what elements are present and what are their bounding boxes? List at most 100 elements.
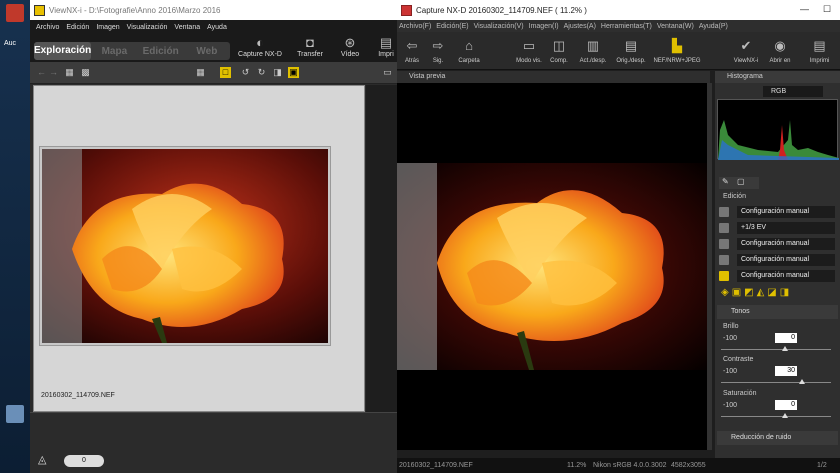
- gear-icon: [719, 207, 729, 217]
- tab-exploracion[interactable]: Exploración: [34, 42, 92, 60]
- saturacion-label: Saturación: [723, 390, 757, 397]
- single-view-icon[interactable]: □: [220, 67, 231, 78]
- status-filename: 20160302_114709.NEF: [399, 462, 473, 469]
- viewnx-title: ViewNX-i - D:\Fotografie\Anno 2016\Marzo…: [49, 5, 221, 15]
- tab-edicion[interactable]: Edición: [138, 46, 184, 57]
- contraste-min: -100: [723, 368, 738, 375]
- modo-vis-button[interactable]: ▭ Modo vis.: [513, 34, 545, 64]
- capture-nxd-icon: ◐: [256, 35, 264, 50]
- cmenu-edicion[interactable]: Edición(E): [436, 23, 468, 30]
- viewnx-menubar: Archivo Edición Imagen Visualización Ven…: [30, 20, 397, 34]
- picture-style-row[interactable]: Configuración manual: [719, 253, 835, 267]
- adjust-tools-icons[interactable]: ◈▣◩◭◪◨: [721, 287, 792, 298]
- menu-visualizacion[interactable]: Visualización: [127, 24, 168, 31]
- transfer-button[interactable]: ◘ Transfer: [292, 34, 328, 62]
- status-page: 1/2: [817, 462, 827, 469]
- abrir-en-button[interactable]: ◉ Abrir en: [763, 34, 797, 64]
- saturacion-slider[interactable]: [721, 416, 831, 417]
- viewnx-logo-icon: [34, 4, 45, 16]
- printer-icon: ▤: [379, 35, 393, 50]
- act-desp-button[interactable]: ▥ Act./desp.: [575, 34, 611, 64]
- back-arrow-icon[interactable]: ←: [36, 67, 47, 78]
- capture-titlebar: Capture NX-D 20160302_114709.NEF ( 11.2%…: [397, 0, 840, 20]
- tonos-header[interactable]: Tonos: [717, 305, 838, 319]
- menu-archivo[interactable]: Archivo: [36, 24, 59, 31]
- panel-toggle-icon[interactable]: ▭: [382, 67, 393, 78]
- dlighting-icon: [719, 271, 729, 281]
- imprimir-button[interactable]: ▤ Imprimi: [799, 34, 840, 64]
- brillo-slider[interactable]: [721, 349, 831, 350]
- thumbnail-filename: 20160302_114709.NEF: [41, 392, 115, 399]
- viewnx-button[interactable]: ✔ ViewNX-i: [729, 34, 763, 64]
- browser-toolbar: ← → ▦ ▩ ▦ □ ↺ ↻ ◨ ▣ ▭: [30, 62, 397, 84]
- print-button[interactable]: ▤ Impri: [375, 34, 397, 62]
- info-tab-icon[interactable]: ▢: [731, 177, 745, 186]
- filmstrip-icon[interactable]: ▦: [64, 67, 75, 78]
- rotate-right-icon[interactable]: ↻: [256, 67, 267, 78]
- cmenu-imagen[interactable]: Imagen(I): [529, 23, 559, 30]
- cmenu-archivo[interactable]: Archivo(F): [399, 23, 431, 30]
- tab-mapa[interactable]: Mapa: [91, 46, 137, 57]
- forward-arrow-icon[interactable]: →: [48, 67, 59, 78]
- status-zoom: 11.2%: [567, 462, 587, 469]
- eraser-icon[interactable]: ◬: [38, 453, 46, 466]
- recycle-bin-icon[interactable]: [6, 405, 24, 423]
- saturacion-handle[interactable]: [782, 413, 788, 418]
- film-icon: ⊛: [344, 35, 356, 50]
- contraste-handle[interactable]: [799, 379, 805, 384]
- contraste-value[interactable]: 30: [775, 366, 797, 376]
- tab-web[interactable]: Web: [184, 46, 230, 57]
- status-profile: Nikon sRGB 4.0.0.3002: [593, 462, 667, 469]
- grid-view-icon[interactable]: ▦: [195, 67, 206, 78]
- compare-icon[interactable]: ◨: [272, 67, 283, 78]
- noise-reduction-header[interactable]: Reducción de ruido: [717, 431, 838, 445]
- comp-button[interactable]: ◫ Comp.: [547, 34, 571, 64]
- exposure-row[interactable]: +1/3 EV: [719, 221, 835, 235]
- adjustments-panel: Histograma RGB ✎ ▢ Edición Configuración…: [715, 71, 840, 458]
- maximize-icon[interactable]: ☐: [823, 4, 831, 15]
- menu-ayuda[interactable]: Ayuda: [207, 24, 227, 31]
- edit-tabs: ✎ ▢: [719, 177, 759, 189]
- white-balance-row[interactable]: Configuración manual: [719, 237, 835, 251]
- contraste-slider[interactable]: [721, 382, 831, 383]
- brillo-min: -100: [723, 335, 738, 342]
- viewnx-bottom-bar: ◬ 0: [30, 412, 397, 473]
- cmenu-ventana[interactable]: Ventana(W): [657, 23, 694, 30]
- orig-desp-button[interactable]: ▤ Orig./desp.: [613, 34, 649, 64]
- minimize-icon[interactable]: —: [800, 4, 809, 14]
- thumbnail-view-icon[interactable]: ▩: [80, 67, 91, 78]
- menu-imagen[interactable]: Imagen: [96, 24, 119, 31]
- atras-button[interactable]: ⇦ Atrás: [401, 34, 423, 64]
- image-thumbnail[interactable]: [39, 146, 331, 346]
- exposure-icon: [719, 223, 729, 233]
- picture-control-row[interactable]: Configuración manual: [719, 205, 835, 219]
- highlight-icon[interactable]: ▣: [288, 67, 299, 78]
- cmenu-ajustes[interactable]: Ajustes(A): [564, 23, 596, 30]
- active-dlighting-row[interactable]: Configuración manual: [719, 269, 835, 283]
- menu-edicion[interactable]: Edición: [66, 24, 89, 31]
- cmenu-herramientas[interactable]: Herramientas(T): [601, 23, 652, 30]
- nikon-desktop-icon[interactable]: [6, 4, 24, 22]
- brillo-value[interactable]: 0: [775, 333, 797, 343]
- cmenu-ayuda[interactable]: Ayuda(P): [699, 23, 728, 30]
- nef-jpeg-button[interactable]: ▙ NEF/NRW+JPEG: [651, 34, 703, 64]
- viewer-scrollbar[interactable]: [707, 83, 712, 450]
- folder-icon: ⌂: [465, 38, 473, 53]
- brillo-handle[interactable]: [782, 346, 788, 351]
- rating-field[interactable]: 0: [64, 455, 104, 467]
- image-viewer[interactable]: [397, 83, 707, 450]
- saturacion-value[interactable]: 0: [775, 400, 797, 410]
- display-mode-icon: ▭: [522, 38, 536, 53]
- histogram-graph: [717, 99, 839, 160]
- sig-button[interactable]: ⇨ Sig.: [427, 34, 449, 64]
- back-arrow-icon: ⇦: [406, 38, 418, 53]
- video-button[interactable]: ⊛ Vídeo: [335, 34, 365, 62]
- carpeta-button[interactable]: ⌂ Carpeta: [453, 34, 485, 64]
- menu-ventana[interactable]: Ventana: [174, 24, 200, 31]
- capture-nxd-button[interactable]: ◐ Capture NX-D: [235, 34, 285, 62]
- saturacion-min: -100: [723, 402, 738, 409]
- edit-tab-icon[interactable]: ✎: [719, 177, 729, 186]
- cmenu-visualizacion[interactable]: Visualización(V): [474, 23, 524, 30]
- histogram-channel-select[interactable]: RGB: [763, 86, 823, 97]
- rotate-left-icon[interactable]: ↺: [240, 67, 251, 78]
